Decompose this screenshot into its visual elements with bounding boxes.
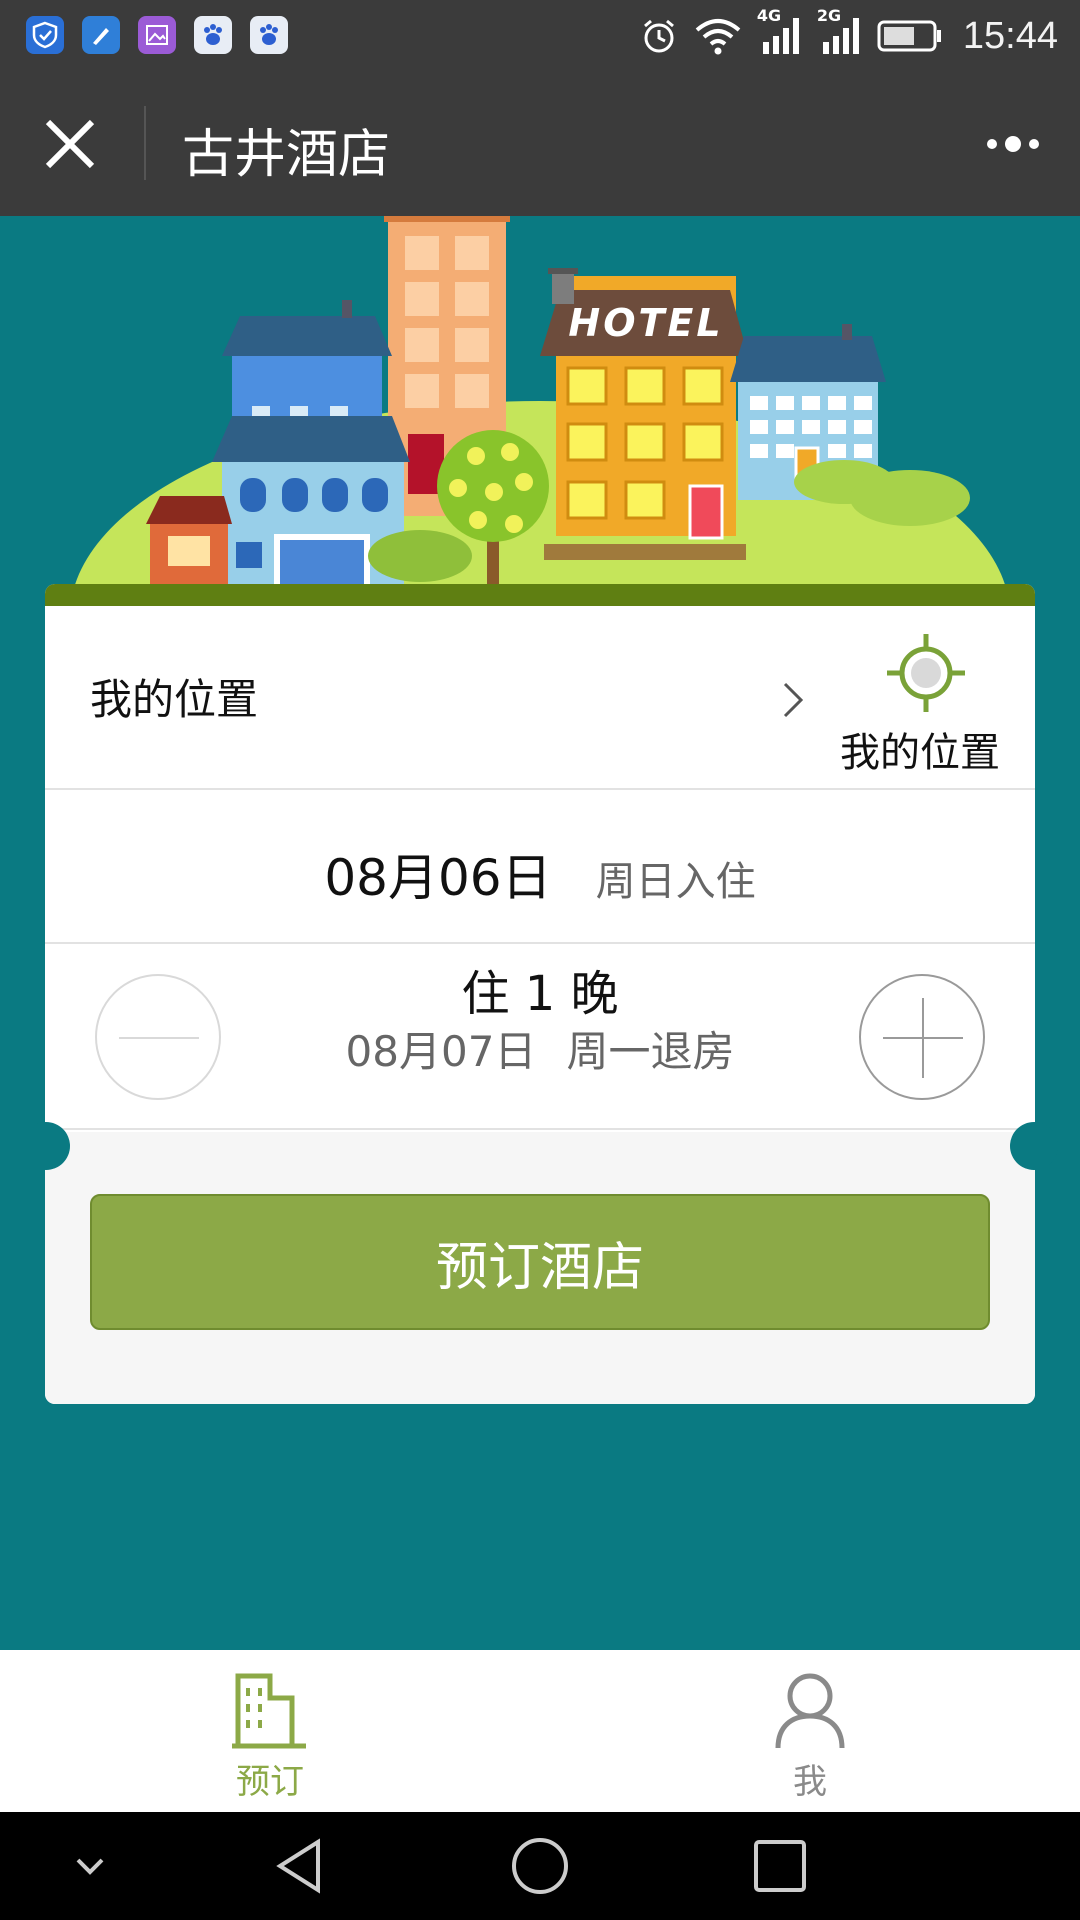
- chevron-right-icon: [783, 682, 804, 718]
- hotel-illustration: HOTEL: [0, 216, 1080, 831]
- status-bar: 4G 2G 15:44: [0, 0, 1080, 72]
- brush-app-icon: [82, 16, 120, 54]
- building-icon: [232, 1673, 306, 1749]
- title-bar: 古井酒店: [0, 72, 1080, 216]
- shield-app-icon: [26, 16, 64, 54]
- alarm-icon: [643, 19, 674, 53]
- checkout-date: 08月07日: [345, 1027, 537, 1076]
- signal-2g-icon: 2G: [817, 6, 863, 60]
- close-button[interactable]: [42, 116, 98, 172]
- tab-me-label: 我: [793, 1762, 827, 1802]
- system-nav-bar: [0, 1812, 1080, 1920]
- battery-icon: [877, 20, 941, 52]
- booking-card: 我的位置 我的位置 08月06日 周日入住 住 1 晚 08月07日 周一退房: [45, 584, 1035, 1404]
- notification-icons: [26, 16, 288, 54]
- tab-book[interactable]: 预订: [0, 1650, 540, 1812]
- locate-target-icon: [887, 634, 965, 712]
- back-icon[interactable]: [268, 1834, 332, 1898]
- checkin-label: 周日入住: [595, 859, 756, 905]
- person-icon: [775, 1673, 845, 1749]
- checkin-date: 08月06日: [324, 849, 552, 907]
- system-indicators: 4G 2G 15:44: [639, 6, 1058, 62]
- network-type-2g: 2G: [816, 6, 842, 25]
- ticket-notch-left: [22, 1122, 70, 1170]
- wifi-icon: [695, 19, 741, 55]
- ticket-notch-right: [1010, 1122, 1058, 1170]
- home-icon[interactable]: [508, 1834, 572, 1898]
- nights-summary[interactable]: 住 1 晚 08月07日 周一退房: [245, 964, 835, 1080]
- network-type-4g: 4G: [756, 6, 782, 25]
- more-button[interactable]: [982, 122, 1044, 166]
- gallery-app-icon: [138, 16, 176, 54]
- nights-row: 住 1 晚 08月07日 周一退房: [45, 946, 1035, 1130]
- baidu-app-icon: [250, 16, 288, 54]
- location-label: 我的位置: [90, 675, 259, 724]
- locate-me-label: 我的位置: [840, 730, 1000, 776]
- decrease-nights-button[interactable]: [95, 974, 221, 1100]
- card-top-strip: [45, 584, 1035, 606]
- bottom-tab-bar: 预订 我: [0, 1650, 1080, 1812]
- tab-me[interactable]: 我: [540, 1650, 1080, 1812]
- more-icon: [987, 136, 1039, 152]
- location-row[interactable]: 我的位置 我的位置: [45, 606, 1035, 790]
- tab-book-label: 预订: [236, 1762, 304, 1802]
- book-area: 预订酒店: [45, 1132, 1035, 1404]
- signal-4g-icon: 4G: [757, 6, 803, 60]
- title-divider: [144, 106, 146, 180]
- recents-icon[interactable]: [748, 1834, 812, 1898]
- close-icon: [45, 119, 95, 169]
- chevron-down-icon[interactable]: [58, 1834, 122, 1898]
- status-time: 15:44: [962, 14, 1058, 57]
- book-hotel-button[interactable]: 预订酒店: [90, 1194, 990, 1330]
- checkin-date-row[interactable]: 08月06日 周日入住: [45, 792, 1035, 944]
- hotel-sign-text: HOTEL: [568, 301, 723, 345]
- increase-nights-button[interactable]: [859, 974, 985, 1100]
- page-title: 古井酒店: [182, 125, 391, 185]
- locate-me-button[interactable]: 我的位置: [815, 624, 1025, 776]
- baidu-app-icon: [194, 16, 232, 54]
- checkout-label: 周一退房: [566, 1027, 735, 1076]
- nights-count: 住 1 晚: [461, 966, 619, 1022]
